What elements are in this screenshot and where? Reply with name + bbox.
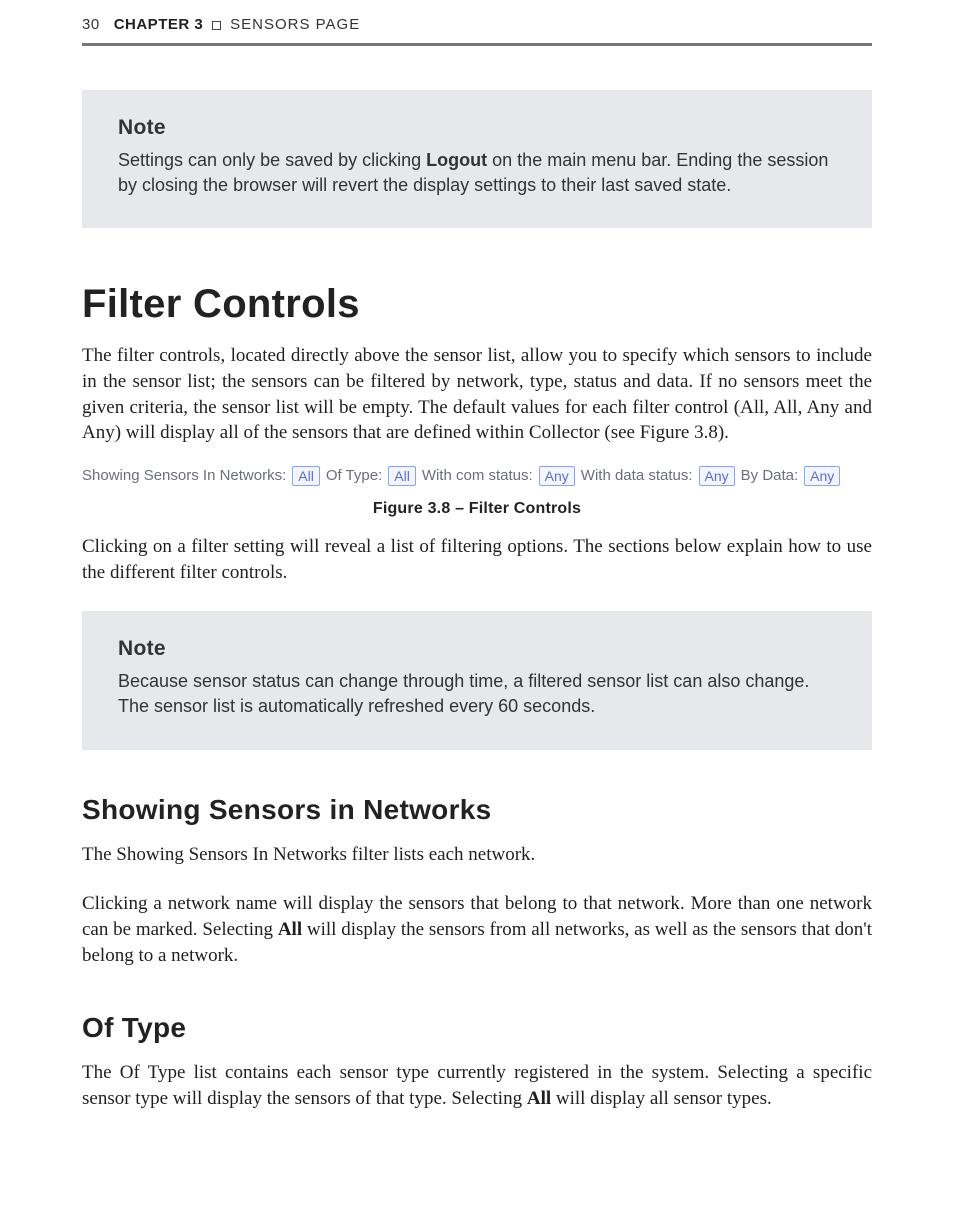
figure-caption: Figure 3.8 – Filter Controls	[82, 500, 872, 518]
header-section-label: SENSORS PAGE	[230, 16, 360, 33]
filter-label-comstatus: With com status:	[422, 467, 533, 484]
filter-pill-comstatus: Any	[539, 466, 575, 486]
note-text-pre: Settings can only be saved by clicking	[118, 150, 426, 170]
filter-label-datastatus: With data status:	[581, 467, 693, 484]
note-text-bold: Logout	[426, 150, 487, 170]
filter-label-type: Of Type:	[326, 467, 382, 484]
networks-p2: Clicking a network name will display the…	[82, 891, 872, 968]
note-body: Because sensor status can change through…	[118, 669, 836, 719]
note-box-2: Note Because sensor status can change th…	[82, 611, 872, 749]
filter-label-networks: Showing Sensors In Networks:	[82, 467, 286, 484]
filter-intro-paragraph: The filter controls, located directly ab…	[82, 343, 872, 446]
square-icon	[212, 21, 221, 30]
networks-p2-bold: All	[278, 919, 302, 940]
filter-pill-datastatus: Any	[699, 466, 735, 486]
note-box-1: Note Settings can only be saved by click…	[82, 90, 872, 228]
header-group: CHAPTER 3 SENSORS PAGE	[114, 16, 361, 34]
heading-filter-controls: Filter Controls	[82, 282, 872, 327]
heading-showing-sensors: Showing Sensors in Networks	[82, 794, 872, 826]
filter-pill-bydata: Any	[804, 466, 840, 486]
page-container: 30 CHAPTER 3 SENSORS PAGE Note Settings …	[0, 0, 954, 1227]
running-header: 30 CHAPTER 3 SENSORS PAGE	[82, 16, 872, 34]
networks-p1: The Showing Sensors In Networks filter l…	[82, 842, 872, 868]
oftype-p1-post: will display all sensor types.	[551, 1088, 772, 1109]
filter-click-paragraph: Clicking on a filter setting will reveal…	[82, 534, 872, 585]
heading-of-type: Of Type	[82, 1012, 872, 1044]
oftype-p1-bold: All	[527, 1088, 551, 1109]
note-title: Note	[118, 637, 836, 661]
oftype-p1: The Of Type list contains each sensor ty…	[82, 1060, 872, 1111]
filter-pill-type: All	[388, 466, 416, 486]
filter-label-bydata: By Data:	[741, 467, 799, 484]
note-title: Note	[118, 116, 836, 140]
figure-filter-bar: Showing Sensors In Networks: All Of Type…	[82, 466, 872, 486]
chapter-label: CHAPTER 3	[114, 16, 204, 33]
page-number: 30	[82, 16, 100, 33]
header-rule	[82, 43, 872, 46]
filter-pill-networks: All	[292, 466, 320, 486]
note-body: Settings can only be saved by clicking L…	[118, 148, 836, 198]
